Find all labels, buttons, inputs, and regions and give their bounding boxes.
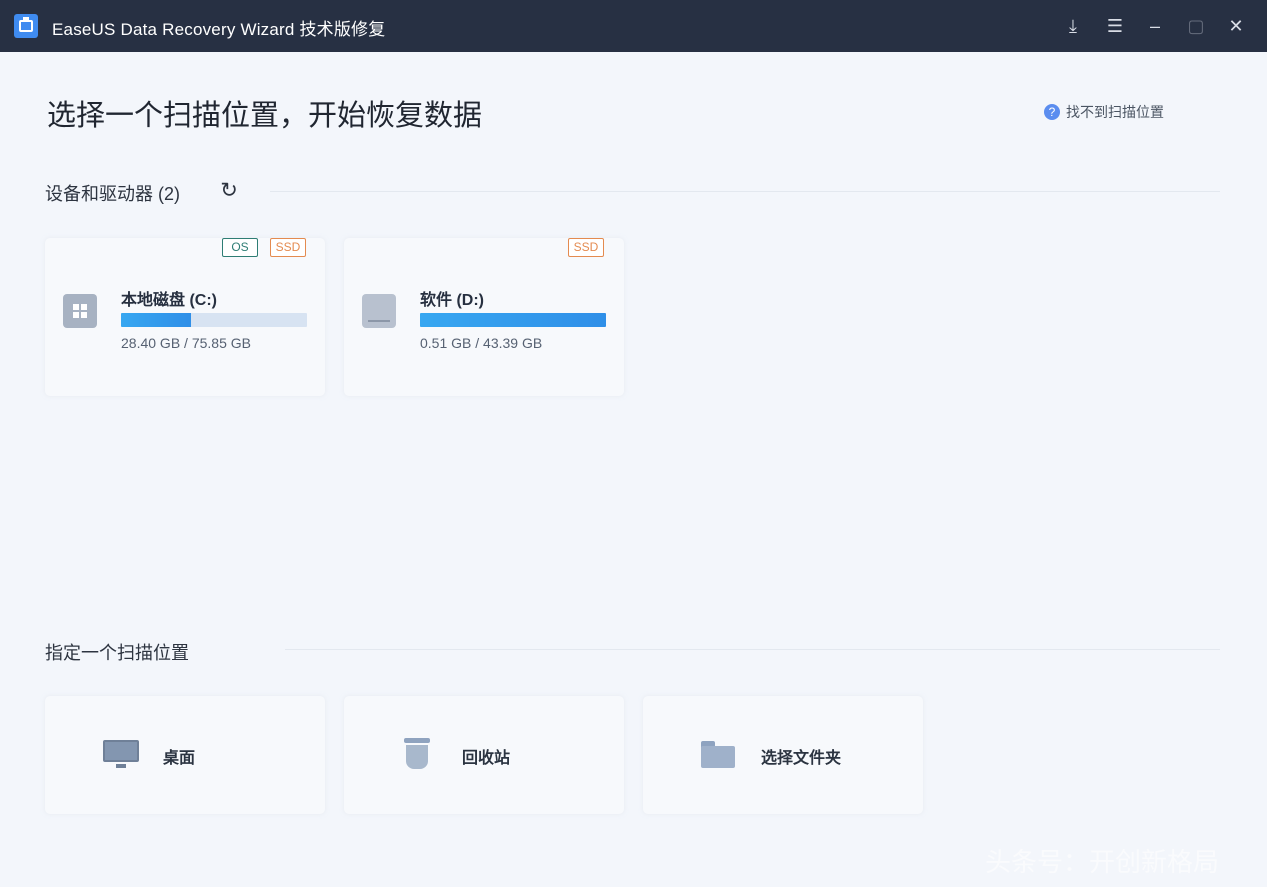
recycle-bin-icon	[400, 738, 436, 770]
menu-icon[interactable]: ☰	[1103, 14, 1127, 38]
devices-section-title: 设备和驱动器 (2)	[45, 184, 180, 204]
main-panel: 选择一个扫描位置，开始恢复数据 ? 找不到扫描位置 设备和驱动器 (2) ↻ O…	[0, 52, 1267, 887]
drive-usage-fill	[121, 313, 191, 327]
refresh-icon[interactable]: ↻	[218, 180, 240, 202]
window-title: EaseUS Data Recovery Wizard 技术版修复	[52, 20, 386, 39]
ssd-badge: SSD	[270, 238, 306, 257]
location-label: 选择文件夹	[761, 750, 842, 767]
desktop-icon	[103, 738, 139, 770]
os-badge: OS	[222, 238, 258, 257]
location-label: 回收站	[462, 750, 511, 767]
help-link[interactable]: ? 找不到扫描位置	[1044, 102, 1164, 122]
location-label: 桌面	[163, 750, 196, 767]
drive-usage-bar	[121, 313, 307, 327]
windows-drive-icon	[63, 294, 97, 328]
drive-name: 软件 (D:)	[420, 292, 484, 309]
drive-card-d[interactable]: SSD 软件 (D:) 0.51 GB / 43.39 GB	[344, 238, 624, 396]
page-title: 选择一个扫描位置，开始恢复数据	[47, 100, 483, 132]
watermark: 头条号：开创新格局	[985, 847, 1220, 877]
export-icon[interactable]: ⤓	[1061, 14, 1085, 38]
question-icon: ?	[1044, 104, 1060, 120]
folder-icon	[701, 738, 737, 770]
maximize-icon[interactable]: ▢	[1184, 14, 1208, 38]
minimize-icon[interactable]: –	[1143, 14, 1167, 38]
drive-name: 本地磁盘 (C:)	[121, 292, 217, 309]
devices-divider	[270, 191, 1220, 192]
close-icon[interactable]: ✕	[1224, 14, 1248, 38]
locations-divider	[285, 649, 1220, 650]
location-desktop[interactable]: 桌面	[45, 696, 325, 814]
drive-icon	[362, 294, 396, 328]
help-link-label: 找不到扫描位置	[1066, 104, 1164, 120]
window-titlebar: EaseUS Data Recovery Wizard 技术版修复 ⤓ ☰ – …	[0, 0, 1267, 52]
drive-size: 0.51 GB / 43.39 GB	[420, 335, 543, 351]
location-recycle-bin[interactable]: 回收站	[344, 696, 624, 814]
locations-section-title: 指定一个扫描位置	[45, 643, 189, 663]
drive-usage-fill	[420, 313, 606, 327]
drive-usage-bar	[420, 313, 606, 327]
drive-card-c[interactable]: OS SSD 本地磁盘 (C:) 28.40 GB / 75.85 GB	[45, 238, 325, 396]
app-logo-icon	[14, 14, 38, 38]
ssd-badge: SSD	[568, 238, 604, 257]
location-select-folder[interactable]: 选择文件夹	[643, 696, 923, 814]
drive-size: 28.40 GB / 75.85 GB	[121, 335, 251, 351]
